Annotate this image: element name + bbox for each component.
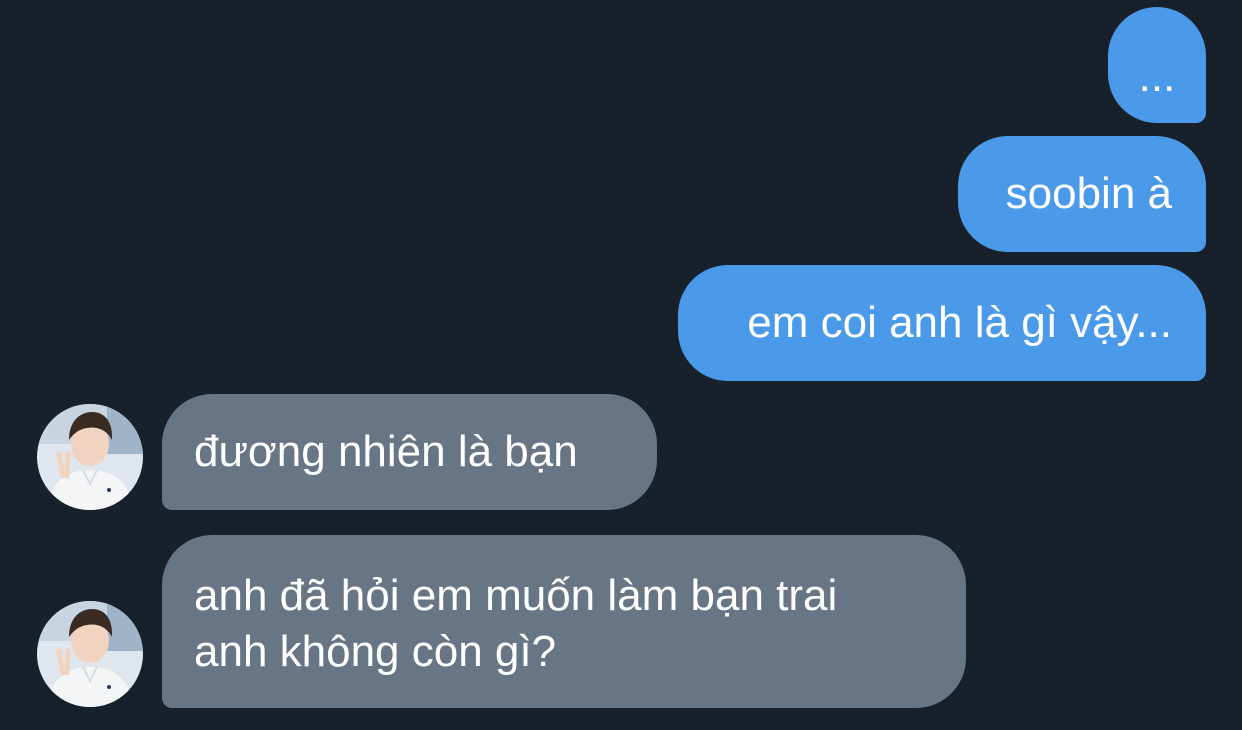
incoming-message-bubble[interactable]: đương nhiên là bạn <box>162 394 657 510</box>
incoming-message-bubble[interactable]: anh đã hỏi em muốn làm bạn trai anh khôn… <box>162 535 966 708</box>
outgoing-message-bubble[interactable]: ... <box>1108 7 1206 123</box>
avatar[interactable] <box>37 404 143 510</box>
outgoing-message-bubble[interactable]: em coi anh là gì vậy... <box>678 265 1206 381</box>
outgoing-message-bubble[interactable]: soobin à <box>958 136 1206 252</box>
avatar-photo-icon <box>37 404 143 510</box>
avatar[interactable] <box>37 601 143 707</box>
message-thread: ... soobin à em coi anh là gì vậy... đươ… <box>0 0 1242 730</box>
avatar-photo-icon <box>37 601 143 707</box>
